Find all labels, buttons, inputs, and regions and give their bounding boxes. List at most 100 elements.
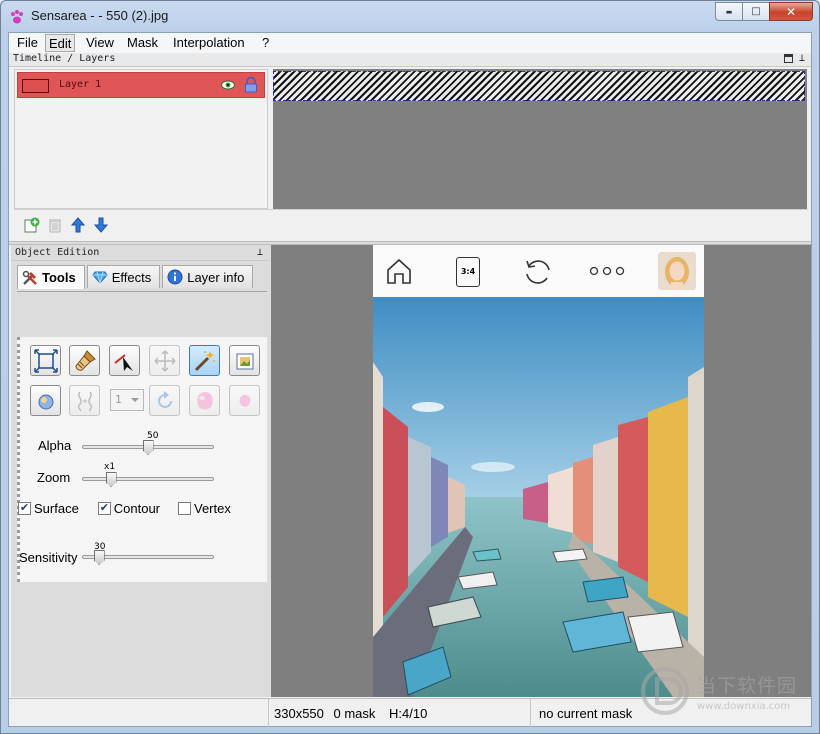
watermark: 当下软件园 www.downxia.com xyxy=(637,663,807,733)
fit-frame-tool[interactable] xyxy=(30,345,61,376)
close-button[interactable]: ✕ xyxy=(769,2,813,21)
rotate-icon xyxy=(157,390,172,408)
vertex-checkbox[interactable]: Vertex xyxy=(178,501,231,516)
vertex-checkbox-box[interactable] xyxy=(178,502,191,515)
status-info: 330x550 0 mask H:4/10 xyxy=(269,699,531,727)
object-panel-title: Object Edition ⊥ xyxy=(11,247,269,261)
lock-icon[interactable] xyxy=(244,77,258,93)
info-icon xyxy=(167,269,183,285)
status-mask-state-text: no current mask xyxy=(539,706,633,721)
gem-icon xyxy=(92,271,108,285)
tab-tools[interactable]: Tools xyxy=(17,265,85,289)
small-blob-tool[interactable] xyxy=(229,385,260,416)
zoom-slider-thumb[interactable] xyxy=(105,472,117,487)
tab-layer-info[interactable]: Layer info xyxy=(162,265,254,288)
menu-help[interactable]: ? xyxy=(259,34,272,52)
status-cell-empty xyxy=(9,699,269,727)
delete-layer-icon[interactable] xyxy=(47,217,63,233)
alpha-label: Alpha xyxy=(38,438,72,453)
home-icon xyxy=(387,258,411,284)
rotate-tool[interactable] xyxy=(149,385,180,416)
maximize-button[interactable]: □ xyxy=(742,2,769,21)
status-dimensions: 330x550 xyxy=(274,706,324,721)
maximize-icon: □ xyxy=(751,6,761,17)
minimize-button[interactable]: ▬ xyxy=(715,2,742,21)
object-panel-title-text: Object Edition xyxy=(15,247,100,258)
menu-mask[interactable]: Mask xyxy=(124,34,161,52)
layer-toolbar xyxy=(14,209,808,239)
app-window: Sensarea - - 550 (2).jpg ▬ □ ✕ File Edit… xyxy=(0,0,820,734)
canvas-area[interactable]: 3:4 xyxy=(271,245,811,697)
tab-strip: Tools Effects Layer info xyxy=(17,265,255,289)
contour-checkbox-label: Contour xyxy=(113,501,160,516)
layer-name: Layer 1 xyxy=(59,79,102,90)
zoom-slider-track[interactable] xyxy=(82,477,214,481)
flip-icon xyxy=(77,391,92,412)
menu-file[interactable]: File xyxy=(14,34,41,52)
magic-wand-tool[interactable] xyxy=(189,345,220,376)
blob-tool[interactable] xyxy=(189,385,220,416)
pen-tool[interactable] xyxy=(109,345,140,376)
tab-body-header xyxy=(17,291,267,321)
menu-interpolation[interactable]: Interpolation xyxy=(170,34,248,52)
client-area: File Edit View Mask Interpolation ? Time… xyxy=(8,32,812,727)
tools-icon xyxy=(22,270,37,285)
avatar xyxy=(658,252,696,290)
surface-checkbox[interactable]: ✔ Surface xyxy=(18,501,79,516)
image-icon xyxy=(236,353,253,369)
watermark-text: 当下软件园 xyxy=(697,675,798,697)
move-icon xyxy=(153,349,176,372)
blob-icon xyxy=(196,391,213,409)
timeline-track[interactable] xyxy=(273,71,805,101)
eye-icon[interactable] xyxy=(221,79,235,91)
sensitivity-slider-thumb[interactable] xyxy=(93,550,105,565)
timeline-area[interactable] xyxy=(273,69,807,209)
small-blob-icon xyxy=(239,394,250,407)
contour-checkbox-box[interactable]: ✔ xyxy=(98,502,111,515)
timeline-panel-title-text: Timeline / Layers xyxy=(13,53,116,64)
menu-view[interactable]: View xyxy=(83,34,117,52)
move-up-icon[interactable] xyxy=(70,217,86,233)
refresh-icon xyxy=(526,260,550,284)
title-bar[interactable]: Sensarea - - 550 (2).jpg ▬ □ ✕ xyxy=(1,1,819,32)
surface-checkbox-box[interactable]: ✔ xyxy=(18,502,31,515)
layers-list: Layer 1 xyxy=(14,69,268,209)
canal-photo xyxy=(373,297,704,697)
contour-checkbox[interactable]: ✔ Contour xyxy=(98,501,160,516)
alpha-slider-thumb[interactable] xyxy=(142,440,154,455)
layer-thumbnail xyxy=(22,79,49,93)
minimize-icon: ▬ xyxy=(725,7,733,16)
layer-row[interactable]: Layer 1 xyxy=(17,72,265,98)
zoom-label: Zoom xyxy=(37,470,71,485)
watermark-logo-icon xyxy=(641,667,689,715)
tools-area: 1 Alpha 50 Zoom x1 ✔ Surface ✔ Contour V… xyxy=(17,337,267,582)
image-tool[interactable] xyxy=(229,345,260,376)
pin-icon[interactable]: ⊥ xyxy=(257,247,263,258)
zoom-value: x1 xyxy=(104,462,116,472)
restore-icon[interactable] xyxy=(784,54,793,63)
aspect-ratio-label: 3:4 xyxy=(460,267,476,276)
tab-tools-label: Tools xyxy=(42,270,76,285)
brush-tool[interactable] xyxy=(69,345,100,376)
step-select[interactable]: 1 xyxy=(110,389,144,411)
preview-header: 3:4 xyxy=(373,245,704,297)
tab-effects[interactable]: Effects xyxy=(86,265,161,288)
chevron-down-icon xyxy=(131,398,139,402)
ellipse-tool[interactable] xyxy=(30,385,61,416)
close-icon: ✕ xyxy=(785,4,797,19)
move-down-icon[interactable] xyxy=(93,217,109,233)
paw-icon xyxy=(11,10,23,24)
move-tool[interactable] xyxy=(149,345,180,376)
step-select-value: 1 xyxy=(115,393,122,406)
menu-edit[interactable]: Edit xyxy=(45,34,76,52)
tab-effects-label: Effects xyxy=(111,269,152,285)
pen-icon xyxy=(113,353,133,371)
window-controls: ▬ □ ✕ xyxy=(715,2,813,21)
flip-tool[interactable] xyxy=(69,385,100,416)
status-mask-count: 0 mask xyxy=(333,706,376,721)
ellipse-icon xyxy=(38,394,53,409)
window-title: Sensarea - - 550 (2).jpg xyxy=(31,8,169,23)
add-layer-icon[interactable] xyxy=(24,217,40,233)
pin-icon[interactable]: ⊥ xyxy=(799,53,805,64)
magic-wand-icon xyxy=(194,350,215,371)
